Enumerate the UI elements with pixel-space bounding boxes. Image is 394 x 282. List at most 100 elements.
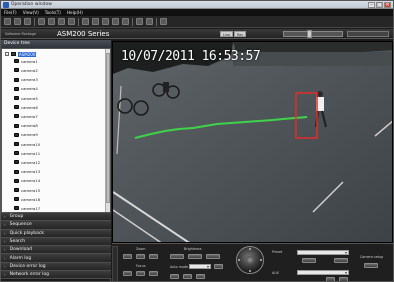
camera-video-view[interactable]: 10/07/2011 16:53:57 <box>112 41 393 243</box>
auto-mode-button-2[interactable] <box>183 274 192 279</box>
nav-quick-playback[interactable]: › Quick playback <box>1 229 111 238</box>
nav-group[interactable]: › Group <box>1 213 111 222</box>
zoom-reset-button[interactable] <box>136 254 145 259</box>
camera-tree-item[interactable]: camera16 <box>14 196 40 203</box>
camera-tree-item[interactable]: camera5 <box>14 95 38 102</box>
minimize-button[interactable]: – <box>368 2 375 8</box>
close-button[interactable]: ✕ <box>384 2 391 8</box>
camera-tree-item[interactable]: camera7 <box>14 113 38 120</box>
focus-near-button[interactable] <box>123 271 132 276</box>
camera-tree-item[interactable]: camera13 <box>14 168 40 175</box>
toolbar-button[interactable] <box>82 18 89 25</box>
camera-label: camera15 <box>21 187 41 193</box>
dial-center-button[interactable] <box>246 256 254 264</box>
toolbar-button[interactable] <box>160 18 167 25</box>
panel-grip[interactable] <box>112 246 118 281</box>
brightness-reset-button[interactable] <box>188 254 202 259</box>
toolbar-button[interactable] <box>102 18 109 25</box>
toolbar-button[interactable] <box>92 18 99 25</box>
tree-scrollbar-thumb[interactable] <box>106 53 110 203</box>
operation-window: Operation window – □ ✕ File(F) View(V) T… <box>0 0 394 282</box>
nav-search[interactable]: › Search <box>1 237 111 247</box>
camera-tree-item[interactable]: camera9 <box>14 132 38 139</box>
camera-tree-item[interactable]: camera2 <box>14 67 38 74</box>
toolbar-button[interactable] <box>14 18 21 25</box>
camera-tree-item[interactable]: camera11 <box>14 150 40 157</box>
toolbar-button[interactable] <box>146 18 153 25</box>
camera-tree-item[interactable]: camera6 <box>14 104 38 111</box>
preset-go-button[interactable] <box>302 258 316 263</box>
nav-sequence[interactable]: › Sequence <box>1 221 111 230</box>
camera-tree-item[interactable]: camera12 <box>14 159 40 166</box>
nav-download[interactable]: › Download <box>1 246 111 255</box>
preset-select[interactable] <box>297 250 349 255</box>
auto-mode-button-1[interactable] <box>170 274 179 279</box>
preset-set-button[interactable] <box>334 258 348 263</box>
nav-network-error-log[interactable]: › Network error log <box>1 271 111 280</box>
live-button[interactable]: Live <box>220 31 234 37</box>
menu-help[interactable]: Help(H) <box>67 10 83 15</box>
header-slider-track[interactable] <box>283 31 343 37</box>
camera-tree-item[interactable]: camera15 <box>14 187 40 194</box>
aux-on-button[interactable] <box>326 277 335 281</box>
camera-tree-item[interactable]: camera4 <box>14 86 38 93</box>
zoom-tele-button[interactable] <box>149 254 158 259</box>
window-title: Operation window <box>11 2 52 7</box>
toolbar-button[interactable] <box>122 18 129 25</box>
camera-icon <box>14 132 19 137</box>
camera-tree-item[interactable]: camera1 <box>14 58 38 65</box>
dial-down-icon[interactable] <box>249 270 251 272</box>
camera-icon <box>14 151 19 156</box>
maximize-button[interactable]: □ <box>376 2 383 8</box>
camera-tree-item[interactable]: camera3 <box>14 76 38 83</box>
toolbar-button[interactable] <box>4 18 11 25</box>
tree-root[interactable]: - ASM200 <box>5 51 37 57</box>
brightness-up-button[interactable] <box>206 254 220 259</box>
tree-root-label: ASM200 <box>18 51 37 57</box>
zoom-wide-button[interactable] <box>123 254 132 259</box>
menu-tools[interactable]: Tools(T) <box>45 10 61 15</box>
toolbar-button[interactable] <box>112 18 119 25</box>
header-field[interactable] <box>347 31 389 37</box>
dial-up-icon[interactable] <box>249 248 251 250</box>
toolbar-button[interactable] <box>24 18 31 25</box>
collapse-icon[interactable]: - <box>5 52 9 56</box>
camera-tree-item[interactable]: camera14 <box>14 178 40 185</box>
tree-scrollbar[interactable] <box>105 49 110 212</box>
auto-mode-button-3[interactable] <box>196 274 205 279</box>
camera-label: camera4 <box>21 86 38 92</box>
nav-device-error-log[interactable]: › Device error log <box>1 262 111 272</box>
focus-auto-button[interactable] <box>136 271 145 276</box>
header-slider-handle[interactable] <box>307 30 312 38</box>
auto-mode-go-button[interactable] <box>214 264 223 269</box>
device-tree-header[interactable]: Device tree <box>1 40 111 48</box>
nav-label: Download <box>9 247 32 253</box>
expand-arrow-icon: › <box>4 263 6 269</box>
auto-mode-select[interactable] <box>189 264 211 269</box>
toolbar-button[interactable] <box>48 18 55 25</box>
nav-alarm-log[interactable]: › Alarm log <box>1 254 111 263</box>
aux-off-button[interactable] <box>339 277 348 281</box>
nav-label: Alarm log <box>9 255 32 261</box>
pan-tilt-dial[interactable] <box>236 246 264 274</box>
dial-right-icon[interactable] <box>260 259 262 261</box>
aux-select[interactable] <box>297 270 349 275</box>
camera-icon <box>14 160 19 165</box>
camera-tree-item[interactable]: camera8 <box>14 122 38 129</box>
rec-button[interactable]: Rec <box>234 31 247 37</box>
toolbar-button[interactable] <box>38 18 45 25</box>
camera-setup-button[interactable] <box>364 263 378 268</box>
camera-tree-item[interactable]: camera10 <box>14 141 40 148</box>
menu-view[interactable]: View(V) <box>23 10 39 15</box>
toolbar-button[interactable] <box>58 18 65 25</box>
toolbar-button[interactable] <box>136 18 143 25</box>
person-head <box>317 91 323 97</box>
device-tree-title: Device tree <box>4 41 30 46</box>
toolbar-separator <box>156 17 157 26</box>
camera-tree-item[interactable]: camera17 <box>14 205 40 212</box>
brightness-down-button[interactable] <box>170 254 184 259</box>
focus-far-button[interactable] <box>149 271 158 276</box>
dial-left-icon[interactable] <box>238 259 240 261</box>
menu-file[interactable]: File(F) <box>4 10 17 15</box>
toolbar-button[interactable] <box>68 18 75 25</box>
